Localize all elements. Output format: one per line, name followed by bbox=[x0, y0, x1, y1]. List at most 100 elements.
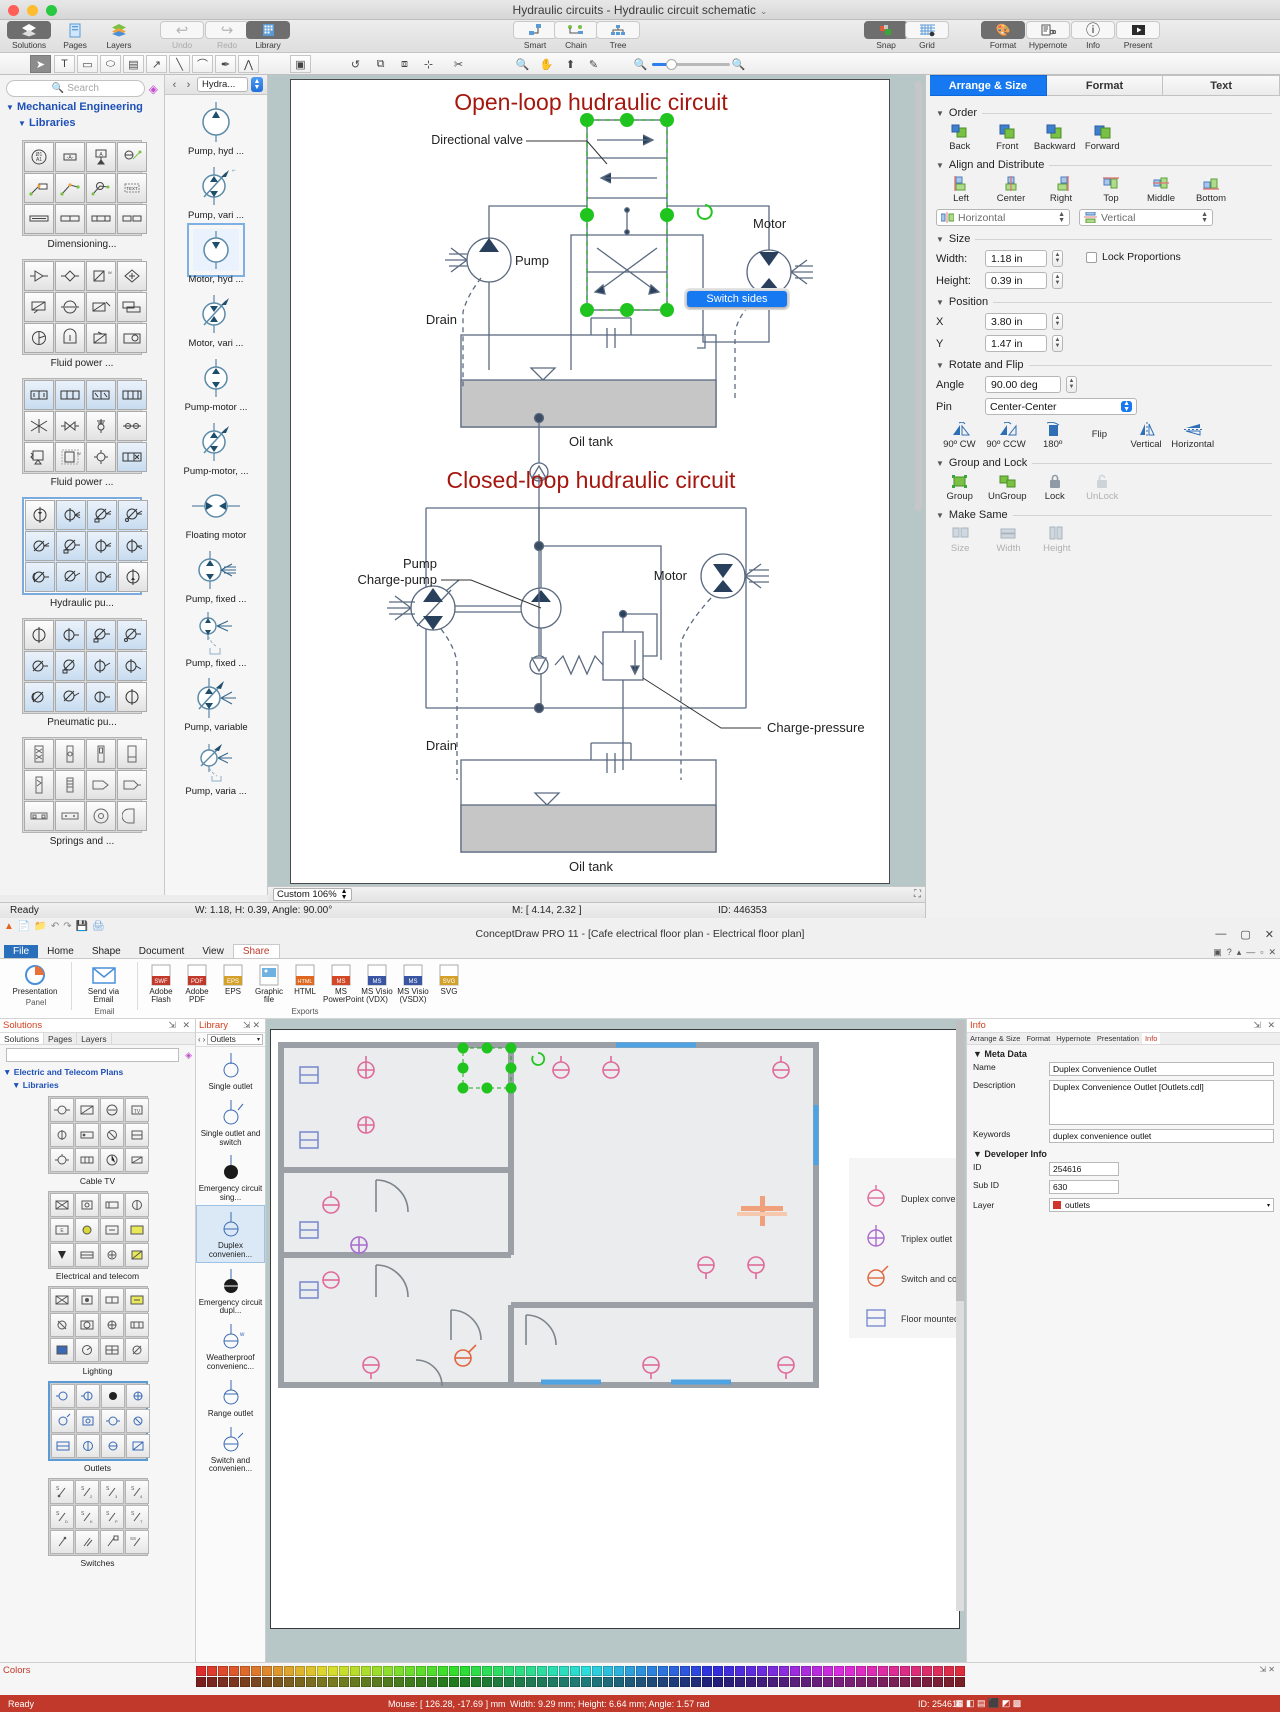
color-swatch[interactable] bbox=[878, 1666, 888, 1676]
shape-cell[interactable] bbox=[86, 380, 116, 410]
distribute-vertical-select[interactable]: Vertical ▲ ▼ bbox=[1079, 209, 1213, 226]
panel-pin-close-icons[interactable]: ⇲ ✕ bbox=[168, 1020, 192, 1031]
color-swatch[interactable] bbox=[889, 1666, 899, 1676]
color-swatch[interactable] bbox=[878, 1677, 888, 1687]
shape-cell[interactable] bbox=[50, 1384, 75, 1408]
win-library-group[interactable]: Lighting bbox=[47, 1286, 149, 1376]
fit-page-icon[interactable]: ⛶ bbox=[914, 889, 921, 900]
color-swatch[interactable] bbox=[482, 1677, 492, 1687]
color-swatch[interactable] bbox=[471, 1677, 481, 1687]
info-tab-info[interactable]: Info bbox=[1141, 1033, 1161, 1044]
height-input[interactable]: 0.39 in bbox=[985, 272, 1047, 289]
color-swatch[interactable] bbox=[350, 1666, 360, 1676]
lock-button[interactable]: Lock bbox=[1031, 474, 1079, 502]
color-swatch[interactable] bbox=[647, 1677, 657, 1687]
shape-cell[interactable] bbox=[50, 1409, 75, 1433]
win-tree-root[interactable]: ▼ Electric and Telecom Plans bbox=[0, 1065, 195, 1079]
y-stepper[interactable]: ▲ ▼ bbox=[1052, 335, 1063, 352]
color-swatch[interactable] bbox=[636, 1666, 646, 1676]
shape-cell[interactable] bbox=[124, 1313, 149, 1337]
shape-cell[interactable] bbox=[55, 411, 85, 441]
shape-cell[interactable] bbox=[75, 1434, 100, 1458]
shape-cell[interactable] bbox=[124, 1193, 149, 1217]
shape-cell[interactable] bbox=[49, 1148, 74, 1172]
color-swatch[interactable] bbox=[933, 1677, 943, 1687]
shape-cell[interactable] bbox=[124, 1338, 149, 1362]
inspector-tabs[interactable]: Arrange & Size Format Text bbox=[930, 75, 1280, 96]
ribbon[interactable]: Presentation Panel Send via Email Email … bbox=[0, 959, 1280, 1019]
tab-arrange-size[interactable]: Arrange & Size bbox=[930, 75, 1047, 96]
win-library-group[interactable]: TV Cable TV bbox=[47, 1096, 149, 1186]
color-swatch[interactable] bbox=[328, 1677, 338, 1687]
shape-cell[interactable] bbox=[49, 1530, 74, 1554]
color-swatch[interactable] bbox=[625, 1666, 635, 1676]
shape-cell[interactable] bbox=[117, 142, 147, 172]
shape-cell[interactable] bbox=[117, 682, 147, 712]
library-prev-button[interactable]: ‹ bbox=[198, 1035, 201, 1044]
win-library-item[interactable]: Range outlet bbox=[196, 1374, 265, 1421]
color-swatch[interactable] bbox=[889, 1677, 899, 1687]
section-rotate-header[interactable]: ▼ Rotate and Flip bbox=[936, 359, 1272, 371]
shape-cell[interactable] bbox=[124, 1148, 149, 1172]
library-item[interactable]: Motor, vari ... bbox=[165, 287, 267, 351]
shape-cell[interactable] bbox=[125, 1409, 150, 1433]
shape-cell[interactable] bbox=[99, 1123, 124, 1147]
shape-cell[interactable] bbox=[55, 261, 85, 291]
win-library-item[interactable]: Switch and convenien... bbox=[196, 1421, 265, 1477]
shape-cell[interactable] bbox=[86, 411, 116, 441]
height-stepper[interactable]: ▲ ▼ bbox=[1052, 272, 1063, 289]
group-button[interactable]: Group bbox=[936, 474, 984, 502]
color-swatch[interactable] bbox=[416, 1677, 426, 1687]
shape-cell[interactable] bbox=[25, 562, 55, 592]
tab-view[interactable]: View bbox=[193, 945, 233, 958]
color-swatch[interactable] bbox=[713, 1677, 723, 1687]
color-swatch[interactable] bbox=[702, 1666, 712, 1676]
color-swatch[interactable] bbox=[647, 1666, 657, 1676]
color-swatch[interactable] bbox=[273, 1666, 283, 1676]
disclosure-triangle-icon[interactable]: ▼ bbox=[936, 459, 944, 468]
library-selector[interactable]: Hydra... bbox=[197, 77, 248, 92]
color-swatch[interactable] bbox=[427, 1666, 437, 1676]
disclosure-triangle-icon[interactable]: ▼ bbox=[936, 511, 944, 520]
shape-cell[interactable]: A bbox=[86, 142, 116, 172]
color-swatch[interactable] bbox=[735, 1666, 745, 1676]
arrow-tool[interactable]: ↗ bbox=[146, 55, 167, 73]
order-front-button[interactable]: Front bbox=[984, 124, 1032, 152]
shape-cell[interactable] bbox=[74, 1098, 99, 1122]
shape-cell[interactable] bbox=[49, 1123, 74, 1147]
color-swatch[interactable] bbox=[526, 1666, 536, 1676]
shape-cell[interactable] bbox=[49, 1243, 74, 1267]
fill-tool[interactable]: ⬆ bbox=[560, 55, 581, 73]
order-buttons[interactable]: Back Front Backward Forward bbox=[936, 124, 1126, 152]
hand-tool[interactable]: ✋ bbox=[536, 55, 557, 73]
color-swatch[interactable] bbox=[361, 1666, 371, 1676]
color-swatches[interactable] bbox=[196, 1666, 965, 1687]
export-graphic-button[interactable]: Graphic file bbox=[251, 962, 287, 1005]
color-swatch[interactable] bbox=[306, 1677, 316, 1687]
developer-info-header[interactable]: ▼ Developer Info bbox=[973, 1149, 1274, 1159]
shape-cell[interactable]: ST bbox=[124, 1505, 149, 1529]
section-make-same-header[interactable]: ▼ Make Same bbox=[936, 509, 1272, 521]
shape-cell[interactable] bbox=[86, 442, 116, 472]
shape-cell[interactable] bbox=[117, 323, 147, 353]
export-vdx-button[interactable]: MS MS Visio (VDX) bbox=[359, 962, 395, 1005]
color-swatch[interactable] bbox=[240, 1677, 250, 1687]
color-swatch[interactable] bbox=[581, 1677, 591, 1687]
color-swatch[interactable] bbox=[471, 1666, 481, 1676]
win-drawing-canvas[interactable]: Duplex convenience outlet Triplex outlet… bbox=[266, 1019, 966, 1665]
shape-cell[interactable] bbox=[99, 1243, 124, 1267]
color-swatch[interactable] bbox=[537, 1677, 547, 1687]
doc-close-icon[interactable]: ✕ bbox=[1268, 947, 1276, 958]
color-swatch[interactable] bbox=[515, 1666, 525, 1676]
color-swatch[interactable] bbox=[867, 1677, 877, 1687]
color-swatch[interactable] bbox=[460, 1677, 470, 1687]
rectangle-tool[interactable]: ▭ bbox=[77, 55, 98, 73]
color-swatch[interactable] bbox=[867, 1666, 877, 1676]
mini-tab-solutions[interactable]: Solutions bbox=[0, 1033, 44, 1044]
shape-cell[interactable] bbox=[25, 500, 55, 530]
color-swatch[interactable] bbox=[801, 1677, 811, 1687]
shape-cell[interactable] bbox=[86, 204, 116, 234]
group-tool[interactable]: ⧉ bbox=[370, 55, 391, 73]
color-swatch[interactable] bbox=[383, 1666, 393, 1676]
color-swatch[interactable] bbox=[614, 1677, 624, 1687]
